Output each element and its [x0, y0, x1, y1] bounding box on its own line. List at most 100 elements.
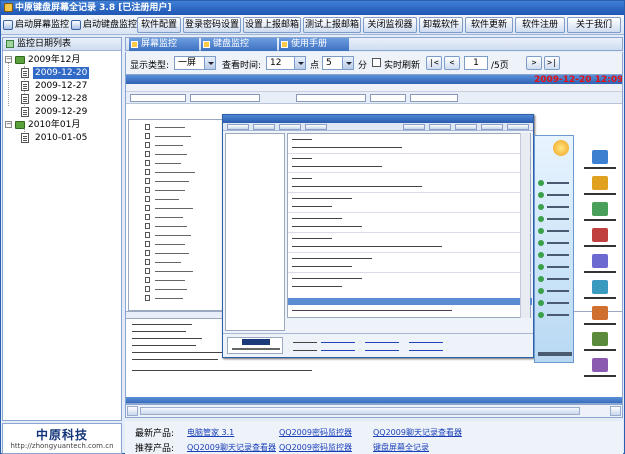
file-icon — [145, 124, 150, 130]
text-line — [132, 352, 222, 353]
captured-file-tree — [128, 119, 224, 311]
row-divider — [288, 212, 532, 213]
text-line — [155, 181, 189, 182]
scroll-left-icon[interactable] — [127, 406, 138, 416]
file-icon — [145, 259, 150, 265]
register-button[interactable]: 软件注册 — [515, 17, 565, 33]
realtime-checkbox[interactable] — [372, 58, 381, 67]
chevron-down-icon[interactable] — [204, 57, 215, 69]
contact-row — [538, 300, 572, 306]
company-logo[interactable]: 中原科技 http://zhongyuantech.com.cn — [2, 423, 122, 454]
keyboard-icon — [71, 20, 81, 30]
minute-select[interactable]: 5 — [322, 56, 354, 70]
login-password-button[interactable]: 登录密码设置 — [183, 17, 241, 33]
tree-day-node[interactable]: 2009-12-20 — [21, 67, 101, 79]
captured-taskbar — [126, 397, 622, 403]
file-icon — [145, 187, 150, 193]
desktop-icon — [592, 306, 608, 320]
text-line — [292, 158, 312, 159]
tree-day-node[interactable]: 2009-12-29 — [21, 106, 101, 118]
next-page-button[interactable]: > — [526, 56, 542, 70]
set-mailbox-button[interactable]: 设置上报邮箱 — [243, 17, 301, 33]
promo-bar: 最新产品: 电脑管家 3.1 QQ2009密码监控器 QQ2009聊天记录查看器… — [125, 421, 623, 454]
company-url[interactable]: http://zhongyuantech.com.cn — [3, 442, 121, 450]
promo-link[interactable]: QQ2009密码监控器 — [279, 442, 352, 453]
file-icon — [145, 205, 150, 211]
scroll-right-icon[interactable] — [610, 406, 621, 416]
close-monitor-button[interactable]: 关闭监视器 — [363, 17, 417, 33]
text-line — [584, 271, 616, 273]
promo-link[interactable]: QQ2009密码监控器 — [279, 427, 352, 438]
text-line — [155, 289, 187, 290]
start-keyboard-button[interactable]: 启动键盘监控 — [69, 17, 137, 33]
folder-icon — [15, 56, 25, 64]
collapse-icon[interactable]: − — [5, 121, 12, 128]
promo-link[interactable]: 键盘屏幕全记录 — [373, 442, 429, 453]
tab-user-manual[interactable]: 使用手册 — [279, 38, 349, 51]
collapse-icon[interactable]: − — [5, 56, 12, 63]
link-line — [321, 350, 355, 351]
desktop-icon — [592, 176, 608, 190]
link-line — [409, 342, 443, 343]
last-page-button[interactable]: >| — [544, 56, 560, 70]
sun-icon — [553, 140, 569, 156]
text-line — [155, 127, 185, 128]
promo-link[interactable]: QQ2009聊天记录查看器 — [373, 427, 462, 438]
tree-month-node[interactable]: − 2009年12月 — [5, 54, 105, 66]
tree-day-node[interactable]: 2009-12-28 — [21, 93, 101, 105]
window-title: 中原键盘屏幕全记录 3.8 [已注册用户] — [15, 3, 172, 13]
text-line — [292, 310, 452, 311]
text-line — [584, 349, 616, 351]
display-type-select[interactable]: 一屏 — [174, 56, 216, 70]
text-line — [292, 238, 332, 239]
text-line — [155, 163, 181, 164]
file-icon — [145, 133, 150, 139]
minute-unit-label: 分 — [358, 61, 368, 71]
tree-day-node[interactable]: 2009-12-27 — [21, 80, 101, 92]
document-icon — [21, 133, 29, 143]
promo-link[interactable]: QQ2009聊天记录查看器 — [187, 442, 276, 453]
promo-link[interactable]: 电脑管家 3.1 — [187, 427, 234, 438]
test-mailbox-button[interactable]: 测试上报邮箱 — [303, 17, 361, 33]
tree-day-node[interactable]: 2010-01-05 — [21, 132, 101, 144]
tab-screen-monitor[interactable]: 屏幕监控 — [129, 38, 199, 51]
tree-month-node[interactable]: − 2010年01月 — [5, 119, 105, 131]
start-screen-button[interactable]: 启动屏幕监控 — [1, 17, 69, 33]
horizontal-scrollbar[interactable] — [125, 404, 623, 418]
captured-program-footer — [223, 333, 533, 357]
tab-keyboard-monitor[interactable]: 键盘监控 — [201, 38, 277, 51]
chevron-down-icon[interactable] — [342, 57, 353, 69]
recommended-label: 推荐产品: — [135, 444, 175, 454]
first-page-button[interactable]: |< — [426, 56, 442, 70]
text-line — [292, 266, 352, 267]
contact-row — [538, 216, 572, 222]
text-line — [292, 186, 422, 187]
text-line — [292, 198, 352, 199]
text-line — [584, 323, 616, 325]
document-icon — [21, 107, 29, 117]
contact-row — [538, 252, 572, 258]
software-config-button[interactable]: 软件配置 — [137, 17, 181, 33]
prev-page-button[interactable]: < — [444, 56, 460, 70]
captured-program-titlebar — [223, 115, 533, 123]
page-input[interactable]: 1 — [464, 56, 488, 70]
hour-select[interactable]: 12 — [266, 56, 306, 70]
scrollbar-thumb[interactable] — [140, 407, 580, 415]
uninstall-button[interactable]: 卸载软件 — [419, 17, 463, 33]
file-icon — [145, 151, 150, 157]
file-icon — [145, 196, 150, 202]
about-button[interactable]: 关于我们 — [567, 17, 621, 33]
text-line — [584, 245, 616, 247]
text-line — [292, 178, 312, 179]
view-time-label: 查看时间: — [222, 61, 262, 71]
text-line — [155, 199, 179, 200]
row-divider — [288, 172, 532, 173]
file-icon — [145, 223, 150, 229]
title-bar[interactable]: 中原键盘屏幕全记录 3.8 [已注册用户] — [1, 1, 624, 15]
contact-row — [538, 204, 572, 210]
file-icon — [145, 214, 150, 220]
desktop-icon — [592, 150, 608, 164]
captured-button — [279, 124, 301, 130]
update-button[interactable]: 软件更新 — [465, 17, 513, 33]
chevron-down-icon[interactable] — [294, 57, 305, 69]
